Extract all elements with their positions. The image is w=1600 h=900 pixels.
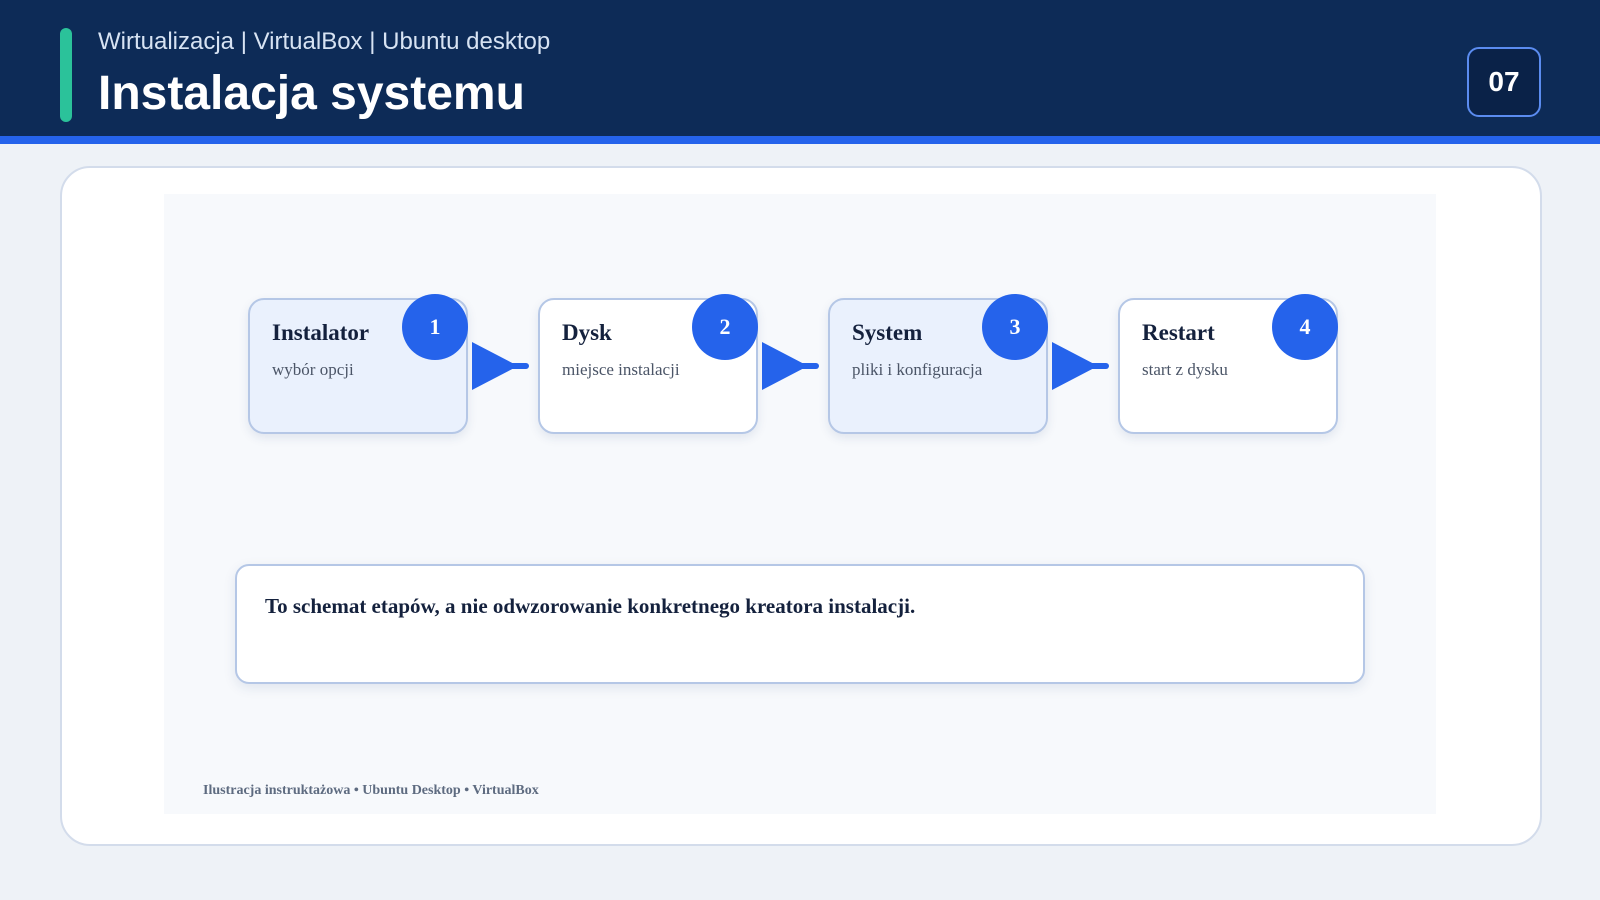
arrow-right-icon — [762, 342, 819, 390]
step-title: System — [852, 320, 923, 345]
step-description: miejsce instalacji — [562, 360, 680, 379]
note-box: To schemat etapów, a nie odwzorowanie ko… — [235, 564, 1365, 684]
header: Wirtualizacja | VirtualBox | Ubuntu desk… — [0, 0, 1600, 144]
header-subtitle: Wirtualizacja | VirtualBox | Ubuntu desk… — [98, 28, 551, 55]
diagram-canvas — [164, 194, 1436, 814]
step-number-badge: 1 — [402, 294, 468, 360]
step-number-badge: 4 — [1272, 294, 1338, 360]
step-number-badge: 3 — [982, 294, 1048, 360]
footer-caption: Ilustracja instruktażowa • Ubuntu Deskto… — [203, 783, 539, 798]
page-number-badge: 07 — [1467, 47, 1541, 117]
step-title: Dysk — [562, 320, 612, 345]
note-text: To schemat etapów, a nie odwzorowanie ko… — [265, 594, 916, 618]
step-number-badge: 2 — [692, 294, 758, 360]
step-title: Instalator — [272, 320, 370, 345]
step-description: wybór opcji — [272, 360, 354, 379]
page-title: Instalacja systemu — [98, 67, 525, 120]
arrow-right-icon — [472, 342, 529, 390]
accent-bar — [60, 28, 72, 122]
step-title: Restart — [1142, 320, 1215, 345]
step-description: start z dysku — [1142, 360, 1228, 379]
arrow-right-icon — [1052, 342, 1109, 390]
step-description: pliki i konfiguracja — [852, 360, 983, 379]
